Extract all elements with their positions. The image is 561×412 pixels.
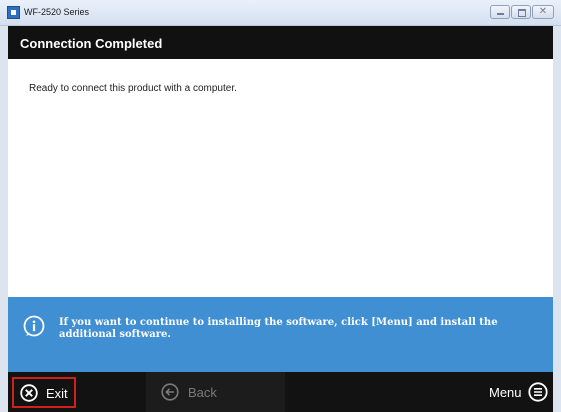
installer-window: WF-2520 Series ✕ Connection Completed Re… <box>0 0 561 412</box>
app-icon <box>7 6 20 19</box>
page-header: Connection Completed <box>8 26 553 59</box>
back-button[interactable]: Back <box>158 378 228 406</box>
exit-label: Exit <box>46 386 68 401</box>
menu-icon <box>528 382 548 402</box>
close-circle-icon <box>20 384 38 402</box>
back-arrow-icon <box>161 383 179 401</box>
menu-button[interactable]: Menu <box>478 378 550 406</box>
bottom-toolbar: Exit Back Menu <box>8 372 553 412</box>
title-bar[interactable]: WF-2520 Series ✕ <box>0 0 561 26</box>
info-banner: If you want to continue to installing th… <box>8 297 553 372</box>
close-button[interactable]: ✕ <box>532 5 554 19</box>
info-text: If you want to continue to installing th… <box>59 317 498 340</box>
page-title: Connection Completed <box>20 36 163 51</box>
exit-button[interactable]: Exit <box>12 377 76 408</box>
window-title: WF-2520 Series <box>24 7 90 17</box>
menu-label: Menu <box>489 385 522 400</box>
maximize-button[interactable] <box>511 5 531 19</box>
back-label: Back <box>188 385 217 400</box>
minimize-button[interactable] <box>490 5 510 19</box>
close-icon: ✕ <box>538 6 548 17</box>
content-area: Ready to connect this product with a com… <box>8 59 553 297</box>
status-message: Ready to connect this product with a com… <box>29 83 237 94</box>
info-icon <box>23 315 45 337</box>
